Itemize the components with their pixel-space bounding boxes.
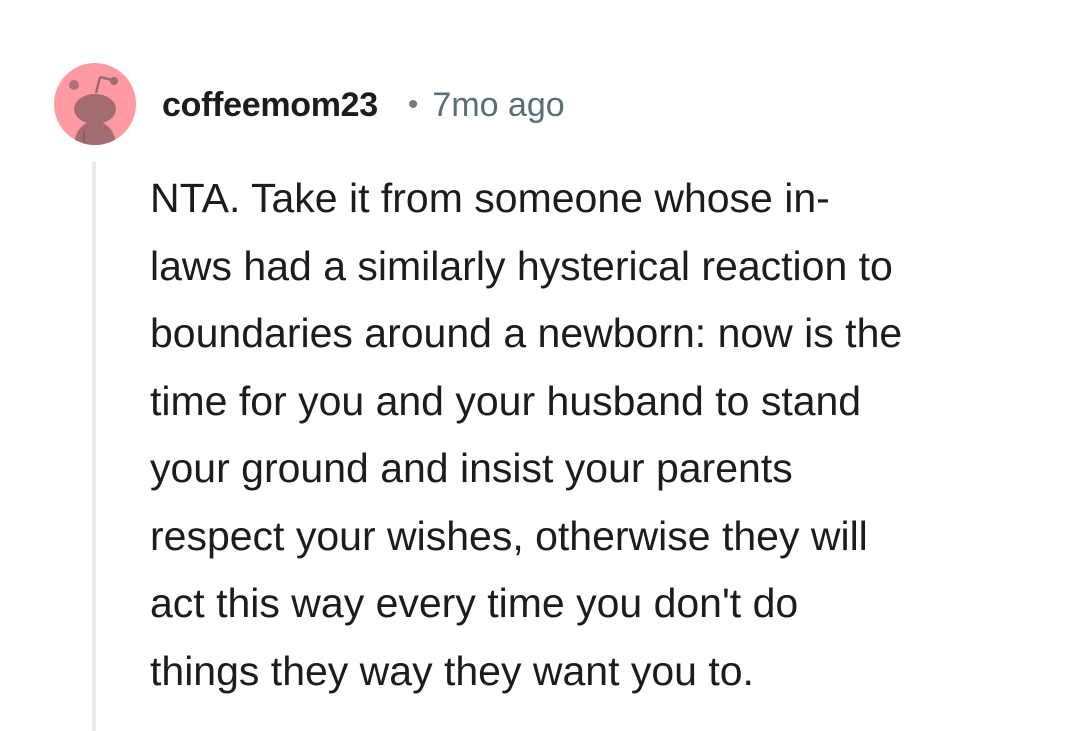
- comment: coffeemom23 • 7mo ago NTA. Take it from …: [0, 0, 1080, 731]
- timestamp: 7mo ago: [432, 85, 565, 124]
- meta-separator: •: [407, 88, 419, 121]
- thread-line[interactable]: [92, 162, 96, 731]
- snoo-avatar-icon: [69, 75, 118, 145]
- comment-meta: coffeemom23 • 7mo ago: [162, 80, 565, 130]
- avatar[interactable]: [54, 63, 136, 145]
- comment-body: NTA. Take it from someone whose in- laws…: [150, 175, 903, 694]
- username[interactable]: coffeemom23: [162, 86, 378, 125]
